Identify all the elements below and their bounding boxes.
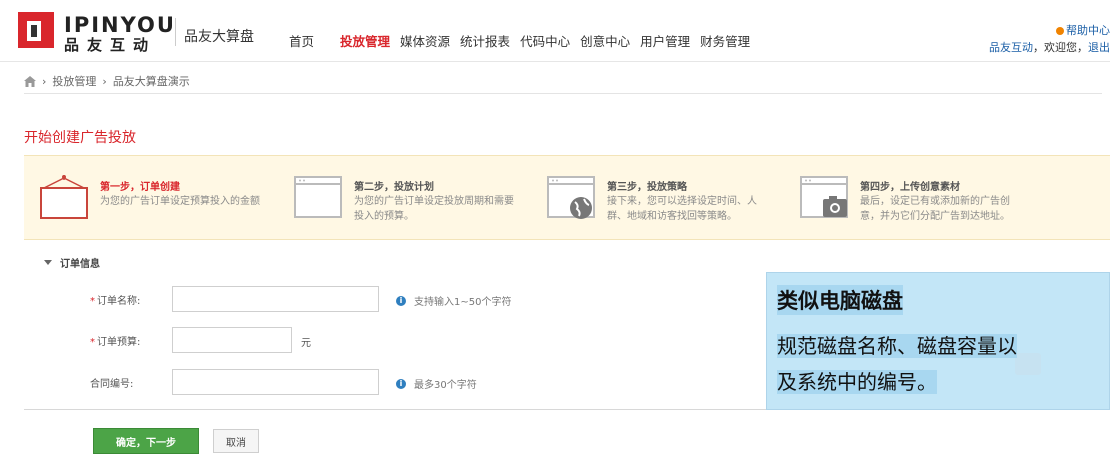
step-1-desc: 为您的广告订单设定预算投入的金额 (100, 196, 260, 207)
callout-line-1: 规范磁盘名称、磁盘容量以 (777, 334, 1017, 358)
order-name-label: * 订单名称: (90, 296, 141, 307)
info-icon: i (396, 378, 406, 389)
order-name-hint: i 支持输入1~50个字符 (396, 293, 511, 308)
breadcrumb-campaign-management[interactable]: 投放管理 (52, 73, 96, 89)
step-4-title: 第四步，上传创意素材 (860, 182, 960, 193)
cancel-button[interactable]: 取消 (213, 429, 259, 453)
nav-reports[interactable]: 统计报表 (455, 34, 515, 50)
step-1-title: 第一步，订单创建 (100, 182, 180, 193)
breadcrumb-separator: › (42, 74, 47, 88)
collapse-triangle-icon (44, 260, 52, 265)
breadcrumb-separator: › (102, 74, 107, 88)
ipinyou-logo[interactable] (18, 12, 54, 48)
contract-number-input[interactable] (172, 369, 379, 395)
logout-link[interactable]: 退出 (1088, 41, 1110, 54)
contract-number-hint: i 最多30个字符 (396, 376, 477, 391)
browser-window-icon (294, 176, 342, 218)
user-info: 品友互动，欢迎您，退出 (989, 39, 1110, 55)
order-name-input[interactable] (172, 286, 379, 312)
section-title: 订单信息 (60, 259, 100, 270)
order-name-row: * 订单名称: i 支持输入1~50个字符 (24, 286, 624, 312)
nav-creative-center[interactable]: 创意中心 (575, 34, 635, 50)
order-budget-label: * 订单预算: (90, 337, 141, 348)
annotation-callout: 类似电脑磁盘 规范磁盘名称、磁盘容量以 及系统中的编号。 (766, 272, 1110, 410)
browser-camera-icon (800, 176, 848, 218)
breadcrumb-divider (24, 93, 1102, 94)
nav-home[interactable]: 首页 (289, 34, 319, 50)
home-icon[interactable] (24, 75, 36, 87)
contract-number-row: 合同编号: i 最多30个字符 (24, 369, 624, 395)
step-2-desc: 为您的广告订单设定投放周期和需要投入的预算。 (354, 196, 514, 222)
brand-divider (175, 18, 176, 46)
info-icon: i (396, 295, 406, 306)
nav-campaign-management[interactable]: 投放管理 (335, 34, 395, 50)
order-budget-input[interactable] (172, 327, 292, 353)
browser-globe-icon (547, 176, 595, 219)
step-3-desc: 接下来，您可以选择设定时间、人群、地域和访客找回等策略。 (607, 196, 757, 222)
easel-board-icon (40, 175, 88, 219)
step-2-title: 第二步，投放计划 (354, 182, 434, 193)
breadcrumb-current: 品友大算盘演示 (112, 75, 190, 88)
page-title: 开始创建广告投放 (24, 130, 136, 146)
help-label: 帮助中心 (1066, 24, 1110, 37)
top-header: IPINYOU 品友互动 品友大算盘 首页 投放管理 媒体资源 统计报表 代码中… (0, 0, 1110, 62)
nav-code-center[interactable]: 代码中心 (515, 34, 575, 50)
callout-title: 类似电脑磁盘 (777, 285, 903, 315)
welcome-text: ，欢迎您， (1033, 41, 1088, 54)
next-step-button[interactable]: 确定，下一步 (93, 428, 199, 454)
product-name: 品友大算盘 (184, 29, 254, 45)
order-budget-row: * 订单预算: 元 (24, 327, 624, 353)
nav-media-resources[interactable]: 媒体资源 (395, 34, 455, 50)
contract-number-label: 合同编号: (90, 379, 134, 390)
callout-body: 规范磁盘名称、磁盘容量以 及系统中的编号。 (777, 328, 1107, 400)
required-mark: * (90, 337, 95, 348)
callout-line-2: 及系统中的编号。 (777, 370, 937, 394)
nav-user-management[interactable]: 用户管理 (635, 34, 695, 50)
main-nav: 首页 投放管理 媒体资源 统计报表 代码中心 创意中心 用户管理 财务管理 (289, 34, 755, 50)
step-4-desc: 最后，设定已有或添加新的广告创意，并为它们分配广告到达地址。 (860, 196, 1010, 222)
breadcrumb: › 投放管理 › 品友大算盘演示 (24, 73, 190, 89)
currency-unit: 元 (301, 338, 311, 349)
help-center-link[interactable]: 帮助中心 (1056, 22, 1110, 38)
step-progress-bar: 第一步，订单创建 为您的广告订单设定预算投入的金额 第二步，投放计划 为您的广告… (24, 155, 1110, 240)
help-icon (1056, 27, 1064, 35)
nav-finance-management[interactable]: 财务管理 (695, 34, 755, 50)
required-mark: * (90, 296, 95, 307)
order-info-section-toggle[interactable]: 订单信息 (44, 255, 100, 270)
brand-name-cn: 品友互动 (64, 36, 157, 54)
step-3-title: 第三步，投放策略 (607, 182, 687, 193)
user-company-link[interactable]: 品友互动 (989, 41, 1033, 54)
